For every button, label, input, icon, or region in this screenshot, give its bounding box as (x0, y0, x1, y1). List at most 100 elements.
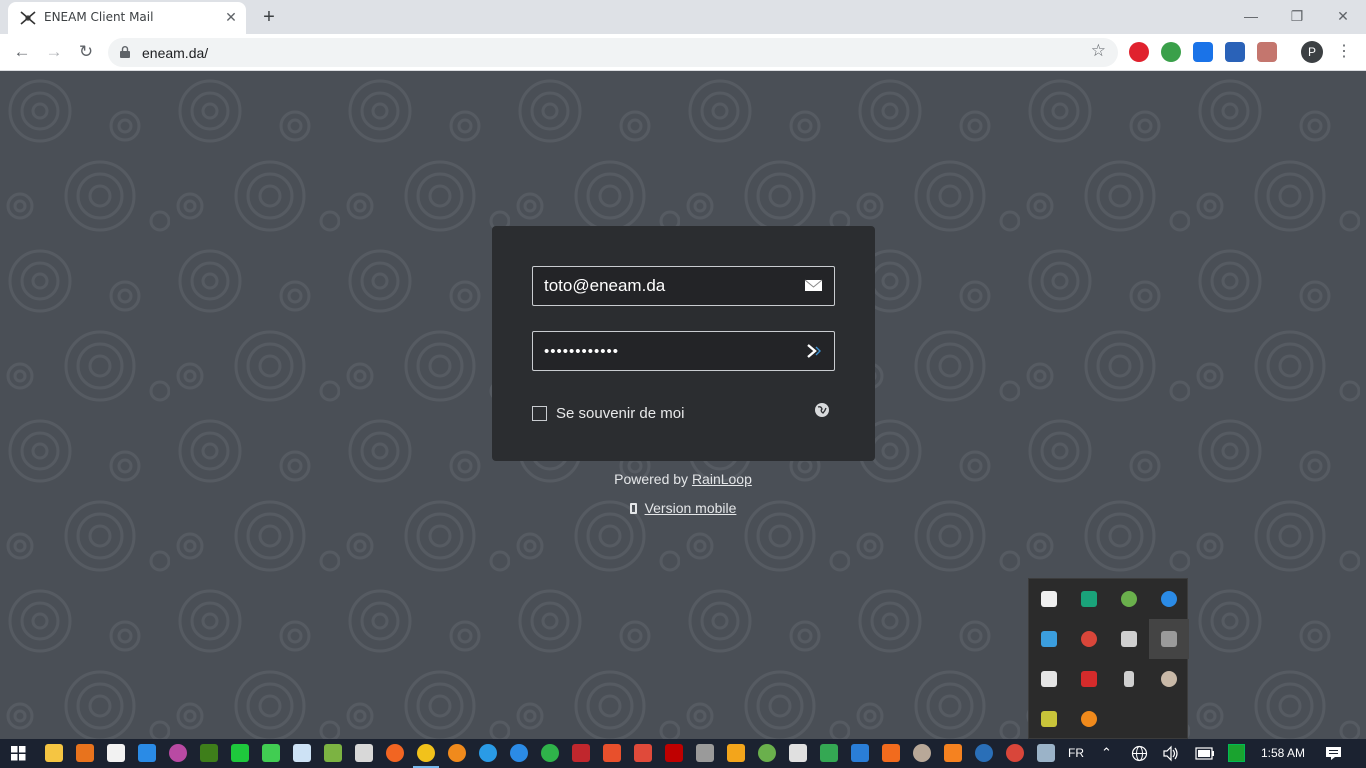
sublime-icon[interactable] (76, 744, 94, 762)
tray-shield[interactable] (1109, 619, 1149, 659)
remember-label[interactable]: Se souvenir de moi (556, 405, 684, 422)
back-button[interactable]: ← (10, 40, 34, 64)
vscode-icon[interactable] (138, 744, 156, 762)
close-window-button[interactable]: ✕ (1320, 4, 1366, 28)
volume-icon[interactable] (1162, 745, 1180, 762)
powered-prefix: Powered by (614, 471, 692, 487)
globe-extension-icon[interactable] (1161, 42, 1181, 62)
virtualbox-icon[interactable] (293, 744, 311, 762)
notepad-icon[interactable] (107, 744, 125, 762)
monitor-icon (1161, 631, 1177, 647)
android-studio-icon[interactable] (231, 744, 249, 762)
lock-icon (120, 46, 130, 58)
google-drive-icon[interactable] (820, 744, 838, 762)
pdf-extension-icon[interactable] (1257, 42, 1277, 62)
email-field[interactable] (532, 266, 835, 306)
mobile-version-link[interactable]: Version mobile (645, 500, 737, 516)
opera-icon[interactable] (1129, 42, 1149, 62)
tray-security-warning[interactable] (1029, 579, 1069, 619)
rainloop-link[interactable]: RainLoop (692, 471, 752, 487)
network-globe-icon[interactable] (1131, 745, 1148, 762)
xampp-icon[interactable] (882, 744, 900, 762)
profile-avatar[interactable]: P (1301, 41, 1323, 63)
firefox-icon[interactable] (386, 744, 404, 762)
restore-button[interactable]: ❐ (1274, 4, 1320, 28)
minimize-button[interactable]: — (1228, 4, 1274, 28)
app-blue-icon[interactable] (975, 744, 993, 762)
qt-creator-icon[interactable] (262, 744, 280, 762)
chrome-icon[interactable] (417, 744, 435, 762)
terminal-icon[interactable] (696, 744, 714, 762)
tray-veracrypt[interactable] (1029, 659, 1069, 699)
rainloop-favicon-icon (20, 11, 36, 25)
gear-taskbar-icon[interactable] (913, 744, 931, 762)
tray-pdf-tool[interactable] (1069, 659, 1109, 699)
pdf-tool-icon (1081, 671, 1097, 687)
app-purple-icon[interactable] (169, 744, 187, 762)
password-input[interactable] (533, 332, 793, 370)
tray-overflow-popup (1028, 578, 1189, 739)
ccleaner-icon (1081, 631, 1097, 647)
tab-eneam-mail[interactable]: ENEAM Client Mail ✕ (8, 2, 246, 34)
android-icon[interactable] (324, 744, 342, 762)
app-orange-icon[interactable] (603, 744, 621, 762)
tray-monitor[interactable] (1149, 619, 1189, 659)
vivaldi-icon[interactable] (572, 744, 590, 762)
tray-teamviewer[interactable] (1149, 579, 1189, 619)
dreamweaver-icon[interactable] (200, 744, 218, 762)
ccleaner-red-icon[interactable] (1006, 744, 1024, 762)
tray-defender[interactable] (1069, 579, 1109, 619)
tray-bell-app[interactable] (1029, 699, 1069, 739)
new-tab-button[interactable]: + (258, 6, 280, 28)
tray-expand-icon[interactable]: ⌃ (1101, 745, 1112, 761)
stats-extension-icon[interactable] (1225, 42, 1245, 62)
teamviewer-icon (1161, 591, 1177, 607)
bookmark-star-icon[interactable]: ☆ (1091, 41, 1106, 61)
forward-button[interactable]: → (42, 40, 66, 64)
network-tool-icon[interactable] (355, 744, 373, 762)
notifications-icon[interactable] (1325, 745, 1342, 762)
upwork-icon[interactable] (541, 744, 559, 762)
clock-time[interactable]: 1:58 AM (1261, 746, 1305, 760)
remember-checkbox[interactable] (532, 406, 547, 421)
password-field[interactable] (532, 331, 835, 371)
shield-warning-icon (1041, 591, 1057, 607)
veracrypt-icon (1041, 671, 1057, 687)
search-app-icon[interactable] (448, 744, 466, 762)
tray-settings-app[interactable] (1149, 659, 1189, 699)
calendar-app-icon[interactable] (634, 744, 652, 762)
app-yellow-icon[interactable] (727, 744, 745, 762)
tray-display[interactable] (1029, 619, 1069, 659)
tray-search-app[interactable] (1069, 699, 1109, 739)
ccleaner-taskbar-icon[interactable] (479, 744, 497, 762)
search-icon (1081, 711, 1097, 727)
vlc-icon[interactable] (944, 744, 962, 762)
windows-start-button[interactable] (0, 739, 36, 768)
address-bar[interactable]: eneam.da/ ☆ (108, 38, 1118, 67)
battery-icon[interactable] (1195, 747, 1215, 760)
cube-app-icon[interactable] (789, 744, 807, 762)
reload-button[interactable]: ↻ (74, 40, 98, 64)
mail-app-icon[interactable] (851, 744, 869, 762)
tray-usb[interactable] (1109, 659, 1149, 699)
teamviewer-taskbar-icon[interactable] (510, 744, 528, 762)
language-indicator[interactable]: FR (1068, 746, 1084, 760)
browser-toolbar: ← → ↻ eneam.da/ ☆ P ⋮ (0, 34, 1366, 71)
file-explorer-icon[interactable] (45, 744, 63, 762)
tray-globe-app[interactable] (1109, 579, 1149, 619)
resource-monitor-icon[interactable] (1228, 744, 1245, 762)
language-globe-icon[interactable] (814, 402, 830, 418)
email-input[interactable] (533, 267, 793, 305)
network-monitor-icon[interactable] (1037, 744, 1055, 762)
tray-ccleaner[interactable] (1069, 619, 1109, 659)
globe-taskbar-icon[interactable] (758, 744, 776, 762)
filezilla-icon[interactable] (665, 744, 683, 762)
tab-close-icon[interactable]: ✕ (224, 10, 238, 24)
submit-arrow-icon[interactable] (804, 342, 824, 360)
url-text: eneam.da/ (142, 45, 209, 61)
tab-title: ENEAM Client Mail (44, 10, 154, 24)
usb-icon (1124, 671, 1134, 687)
download-extension-icon[interactable] (1193, 42, 1213, 62)
login-panel: Se souvenir de moi (492, 226, 875, 461)
browser-menu-icon[interactable]: ⋮ (1336, 42, 1352, 62)
